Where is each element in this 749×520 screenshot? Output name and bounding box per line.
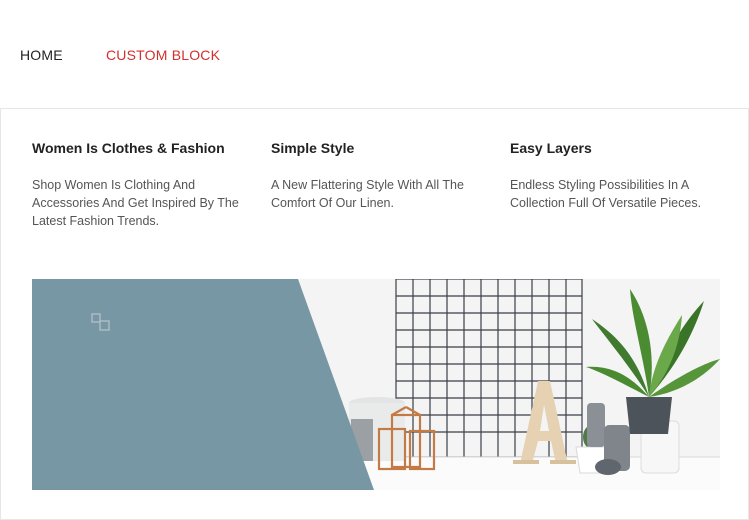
- column-description: A New Flattering Style With All The Comf…: [271, 178, 464, 210]
- top-navigation: HOME CUSTOM BLOCK: [0, 0, 749, 108]
- promo-banner-image[interactable]: [32, 279, 720, 490]
- menu-column-fashion: Women Is Clothes & Fashion Shop Women Is…: [32, 139, 242, 230]
- menu-column-easy-layers: Easy Layers Endless Styling Possibilitie…: [510, 139, 725, 212]
- nav-item-home[interactable]: HOME: [20, 47, 63, 63]
- column-title[interactable]: Women Is Clothes & Fashion: [32, 139, 242, 157]
- column-title[interactable]: Simple Style: [271, 139, 481, 157]
- column-description: Shop Women Is Clothing And Accessories A…: [32, 178, 239, 228]
- column-description: Endless Styling Possibilities In A Colle…: [510, 178, 702, 210]
- menu-column-simple-style: Simple Style A New Flattering Style With…: [271, 139, 481, 212]
- mega-menu-dropdown: Women Is Clothes & Fashion Shop Women Is…: [0, 108, 749, 520]
- column-title[interactable]: Easy Layers: [510, 139, 725, 157]
- nav-item-custom-block[interactable]: CUSTOM BLOCK: [106, 47, 220, 63]
